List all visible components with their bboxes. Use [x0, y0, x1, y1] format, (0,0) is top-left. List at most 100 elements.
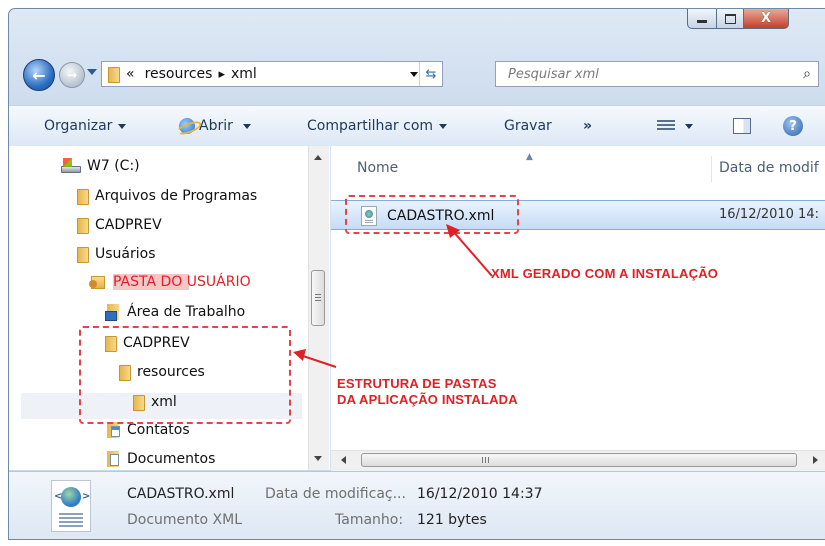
column-name[interactable]: Nome [357, 160, 398, 176]
address-row: ← → « resources ▸ xml ⇆ ⌕ [9, 55, 825, 93]
xml-document-large-icon: < > [51, 480, 91, 532]
close-button[interactable]: X [743, 9, 789, 29]
scroll-up-icon[interactable] [314, 155, 322, 160]
details-date-label: Data de modificaç... [265, 486, 406, 502]
refresh-button[interactable]: ⇆ [419, 62, 442, 86]
navigation-scrollbar[interactable] [308, 146, 329, 470]
tree-item-label: Documentos [127, 451, 216, 467]
folder-icon [77, 216, 89, 234]
maximize-icon [724, 13, 736, 24]
drive-icon [61, 158, 81, 174]
file-list: ▲ Nome Data de modif CADASTRO.xml 16/12/… [331, 146, 825, 471]
search-icon[interactable]: ⌕ [796, 66, 818, 82]
address-dropdown-icon[interactable] [410, 72, 418, 77]
chevron-down-icon [439, 123, 448, 129]
xml-file-highlight [345, 195, 519, 234]
refresh-icon: ⇆ [425, 66, 437, 82]
change-view-button[interactable] [657, 120, 693, 132]
search-input[interactable] [506, 65, 796, 83]
views-icon [657, 120, 675, 132]
tree-item-label: CADPREV [95, 217, 162, 233]
tree-item-label: Arquivos de Programas [95, 188, 258, 204]
organize-label: Organizar [44, 118, 113, 134]
maximize-button[interactable] [716, 9, 744, 29]
close-icon: X [760, 11, 772, 26]
help-button[interactable]: ? [783, 116, 803, 136]
folder-annotation-line1: ESTRUTURA DE PASTAS [337, 376, 497, 391]
breadcrumb-resources[interactable]: resources [145, 66, 213, 82]
minimize-icon [697, 20, 707, 23]
folder-structure-highlight [79, 326, 291, 424]
user-folder-icon [89, 274, 107, 290]
preview-pane-button[interactable] [733, 118, 751, 134]
scroll-right-icon[interactable] [813, 456, 818, 464]
more-label: » [583, 118, 593, 134]
column-divider[interactable] [711, 156, 712, 182]
scroll-left-icon[interactable] [341, 456, 346, 464]
open-label: Abrir [199, 118, 233, 134]
folder-icon [77, 187, 89, 205]
tree-item-desktop[interactable]: Área de Trabalho [105, 304, 246, 321]
internet-explorer-icon [179, 118, 195, 134]
tree-item-user-folder[interactable]: PASTA DO USUÁRIO [89, 274, 251, 290]
burn-button[interactable]: Gravar [504, 118, 552, 134]
tree-item-program-files[interactable]: Arquivos de Programas [77, 187, 257, 205]
horizontal-scrollbar[interactable] [331, 450, 825, 471]
tree-item-label: Contatos [127, 422, 190, 438]
scroll-thumb[interactable] [361, 453, 797, 467]
breadcrumb-chevron-icon[interactable]: ▸ [218, 67, 225, 82]
column-date-modified[interactable]: Data de modif [719, 160, 819, 176]
details-size-value: 121 bytes [417, 512, 487, 528]
more-commands-button[interactable]: » [583, 118, 592, 134]
scroll-down-icon[interactable] [314, 456, 322, 461]
open-menu[interactable]: Abrir [179, 118, 251, 134]
contacts-folder-icon [105, 422, 121, 438]
xml-file-annotation: XML GERADO COM A INSTALAÇÃO [491, 266, 719, 281]
tree-item-label: PASTA DO USUÁRIO [113, 274, 251, 290]
tree-item-label: Área de Trabalho [127, 304, 246, 320]
minimize-button[interactable] [687, 9, 717, 29]
details-date-value: 16/12/2010 14:37 [417, 486, 543, 502]
globe-icon [61, 487, 81, 507]
chevron-down-icon [118, 123, 127, 129]
burn-label: Gravar [504, 118, 552, 134]
preview-pane-icon [733, 118, 751, 134]
arrow-left-icon: ← [32, 65, 46, 85]
content-area: W7 (C:) Arquivos de Programas CADPREV Us… [9, 146, 825, 471]
recent-pages-dropdown[interactable] [87, 69, 97, 75]
sort-ascending-icon: ▲ [526, 152, 533, 162]
grip-icon [315, 294, 321, 301]
command-bar: Organizar Abrir Compartilhar com Gravar … [9, 105, 825, 147]
folder-annotation-line2: DA APLICAÇÃO INSTALADA [337, 392, 518, 407]
chevron-down-icon [685, 123, 693, 129]
details-size-label: Tamanho: [335, 512, 404, 528]
chevron-down-icon [242, 123, 251, 129]
share-label: Compartilhar com [307, 118, 434, 134]
share-menu[interactable]: Compartilhar com [307, 118, 448, 134]
details-pane: < > CADASTRO.xml Documento XML Data de m… [9, 471, 825, 539]
tree-item-users[interactable]: Usuários [77, 245, 156, 263]
tree-item-contacts[interactable]: Contatos [105, 422, 190, 438]
back-button[interactable]: ← [23, 59, 55, 91]
title-bar: X [9, 9, 825, 55]
details-file-type: Documento XML [127, 512, 243, 528]
tree-item-drive[interactable]: W7 (C:) [61, 158, 140, 174]
navigation-pane: W7 (C:) Arquivos de Programas CADPREV Us… [9, 146, 331, 470]
forward-button[interactable]: → [59, 62, 85, 88]
details-file-name: CADASTRO.xml [127, 486, 235, 502]
folder-icon [77, 245, 89, 263]
column-headers: ▲ Nome Data de modif [331, 152, 825, 182]
arrow-right-icon: → [66, 68, 78, 82]
file-date: 16/12/2010 14: [719, 207, 819, 222]
tree-item-label: Usuários [95, 246, 156, 262]
breadcrumb-xml[interactable]: xml [231, 66, 257, 82]
address-bar[interactable]: « resources ▸ xml ⇆ [101, 61, 443, 87]
documents-folder-icon [105, 451, 121, 467]
organize-menu[interactable]: Organizar [44, 118, 127, 134]
tree-item-cadprev-root[interactable]: CADPREV [77, 216, 162, 234]
tree-item-documents[interactable]: Documentos [105, 451, 215, 467]
scroll-thumb[interactable] [311, 270, 325, 326]
grip-icon [482, 457, 490, 463]
folder-icon [108, 65, 120, 83]
address-overflow[interactable]: « [126, 66, 135, 82]
